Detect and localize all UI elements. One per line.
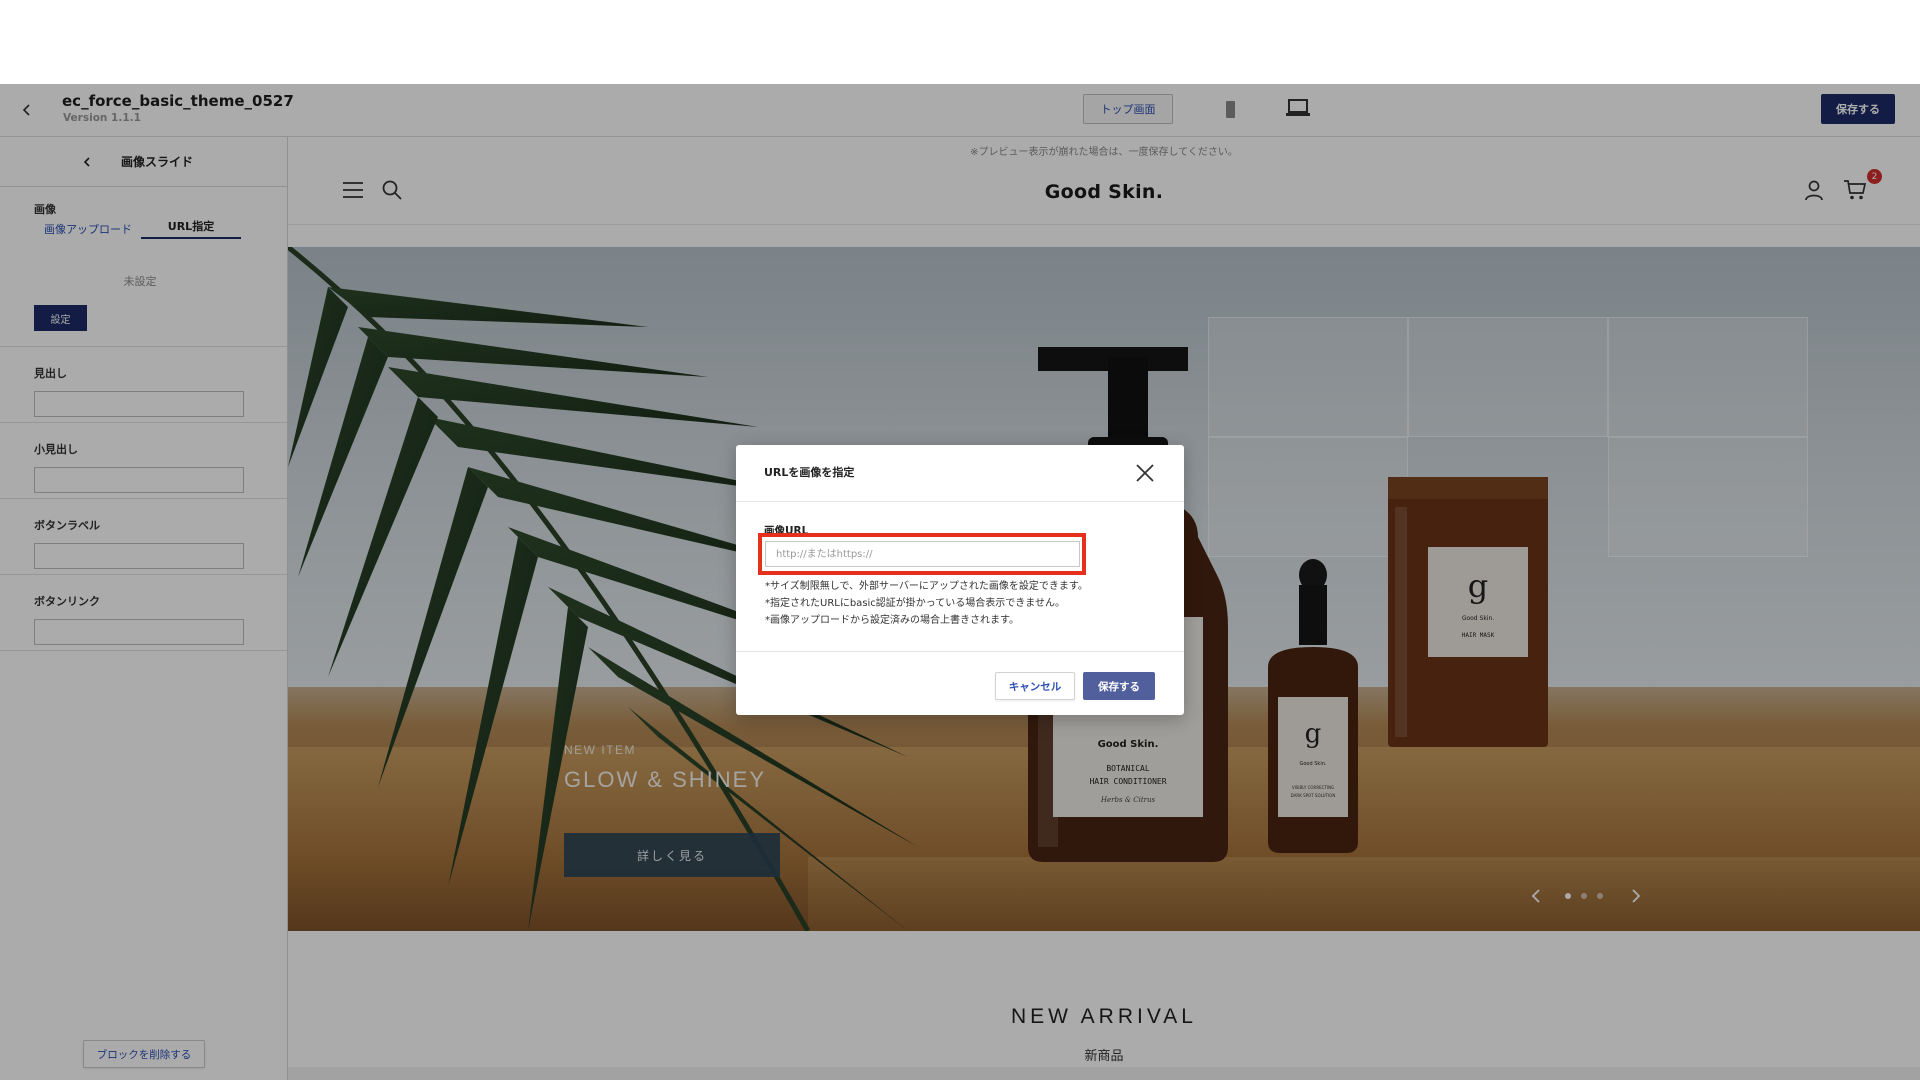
modal-note-2: *指定されたURLにbasic認証が掛かっている場合表示できません。: [765, 598, 1066, 609]
modal-note-1: *サイズ制限無しで、外部サーバーにアップされた画像を設定できます。: [765, 581, 1088, 592]
image-url-input[interactable]: [765, 541, 1080, 567]
modal-footer-divider: [736, 651, 1184, 652]
url-image-modal: URLを画像を指定 画像URL *サイズ制限無しで、外部サーバーにアップされた画…: [736, 445, 1184, 715]
top-blank-strip: [0, 0, 1920, 84]
cancel-button[interactable]: キャンセル: [995, 672, 1075, 700]
modal-note-3: *画像アップロードから設定済みの場合上書きされます。: [765, 615, 1019, 626]
modal-header: URLを画像を指定: [736, 445, 1184, 502]
close-icon[interactable]: [1133, 461, 1157, 485]
modal-title: URLを画像を指定: [764, 466, 855, 479]
modal-save-button[interactable]: 保存する: [1083, 672, 1155, 700]
